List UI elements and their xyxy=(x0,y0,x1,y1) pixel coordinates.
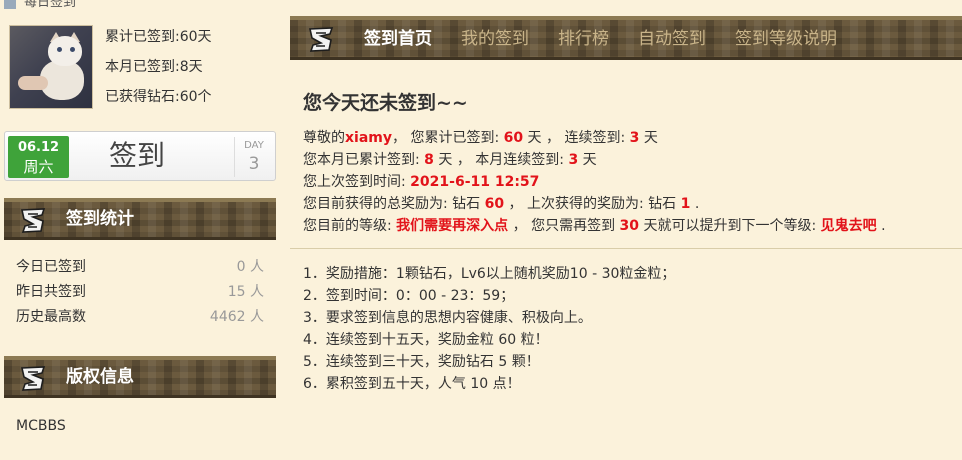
list-item: 5．连续签到三十天，奖励钻石 5 颗！ xyxy=(303,354,540,370)
list-item: 历史最高数 4462 人 xyxy=(16,309,264,325)
list-item: 昨日共签到 15 人 xyxy=(16,284,264,300)
info-line-level: 您目前的等级: 我们需要再深入点 ， 您只需再签到 30 天就可以提升到下一个等… xyxy=(303,218,886,234)
mcbbs-logo-icon xyxy=(309,27,334,52)
list-item: 2．签到时间：0：00 - 23：59； xyxy=(303,288,515,304)
day-value: 3 xyxy=(248,154,260,174)
tab-bar: 签到首页 我的签到 排行榜 自动签到 签到等级说明 xyxy=(290,16,962,60)
mcbbs-logo-icon xyxy=(21,366,46,391)
total-signin-stat: 累计已签到:60天 xyxy=(105,29,212,45)
list-item: 6．累积签到五十天，人气 10 点！ xyxy=(303,376,521,392)
day-label: DAY xyxy=(244,140,264,151)
home-icon[interactable] xyxy=(4,0,16,9)
mcbbs-logo-icon xyxy=(21,208,46,233)
stats-list: 今日已签到 0 人 昨日共签到 15 人 历史最高数 4462 人 xyxy=(16,257,264,332)
info-line-total: 尊敬的xiamy， 您累计已签到: 60 天 ， 连续签到: 3 天 xyxy=(303,130,658,146)
info-line-last-time: 您上次签到时间: 2021-6-11 12:57 xyxy=(303,174,540,190)
list-item: 1．奖励措施：1颗钻石，Lv6以上随机奖励10 - 30粒金粒； xyxy=(303,266,676,282)
weekday-text: 周六 xyxy=(23,158,54,176)
copyright-section-title: 版权信息 xyxy=(66,367,134,387)
username-link[interactable]: xiamy xyxy=(345,130,392,146)
tab-my-signin[interactable]: 我的签到 xyxy=(461,20,529,57)
day-counter: DAY 3 xyxy=(234,137,273,177)
breadcrumb-text[interactable]: 每日签到 xyxy=(24,0,76,10)
stats-section-header: 签到统计 xyxy=(4,198,276,240)
copyright-text: MCBBS xyxy=(16,418,66,434)
tab-ranking[interactable]: 排行榜 xyxy=(558,20,609,57)
info-line-reward: 您目前获得的总奖励为: 钻石 60 ， 上次获得的奖励为: 钻石 1 . xyxy=(303,196,700,212)
sign-in-label: 签到 xyxy=(109,139,166,172)
list-item: 3．要求签到信息的思想内容健康、积极向上。 xyxy=(303,310,592,326)
sign-in-button[interactable]: 06.12 周六 签到 DAY 3 xyxy=(4,131,276,181)
page-title: 您今天还未签到~~ xyxy=(303,92,468,114)
list-item: 今日已签到 0 人 xyxy=(16,259,264,275)
divider xyxy=(290,248,962,249)
diamond-stat: 已获得钻石:60个 xyxy=(105,89,212,105)
tab-auto-signin[interactable]: 自动签到 xyxy=(638,20,706,57)
info-line-month: 您本月已累计签到: 8 天 ， 本月连续签到: 3 天 xyxy=(303,152,597,168)
month-signin-stat: 本月已签到:8天 xyxy=(105,59,203,75)
date-text: 06.12 xyxy=(17,140,60,155)
profile-stats: 累计已签到:60天 本月已签到:8天 已获得钻石:60个 xyxy=(105,27,212,117)
breadcrumb: 每日签到 xyxy=(4,0,76,10)
tab-home[interactable]: 签到首页 xyxy=(364,20,432,57)
signin-info: 尊敬的xiamy， 您累计已签到: 60 天 ， 连续签到: 3 天 您本月已累… xyxy=(303,128,886,238)
list-item: 4．连续签到十五天，奖励金粒 60 粒！ xyxy=(303,332,549,348)
avatar[interactable] xyxy=(9,25,93,109)
tab-level-info[interactable]: 签到等级说明 xyxy=(735,20,837,57)
copyright-section-header: 版权信息 xyxy=(4,356,276,398)
rules-list: 1．奖励措施：1颗钻石，Lv6以上随机奖励10 - 30粒金粒； 2．签到时间：… xyxy=(303,264,675,396)
stats-section-title: 签到统计 xyxy=(66,209,134,229)
date-badge: 06.12 周六 xyxy=(8,136,69,178)
